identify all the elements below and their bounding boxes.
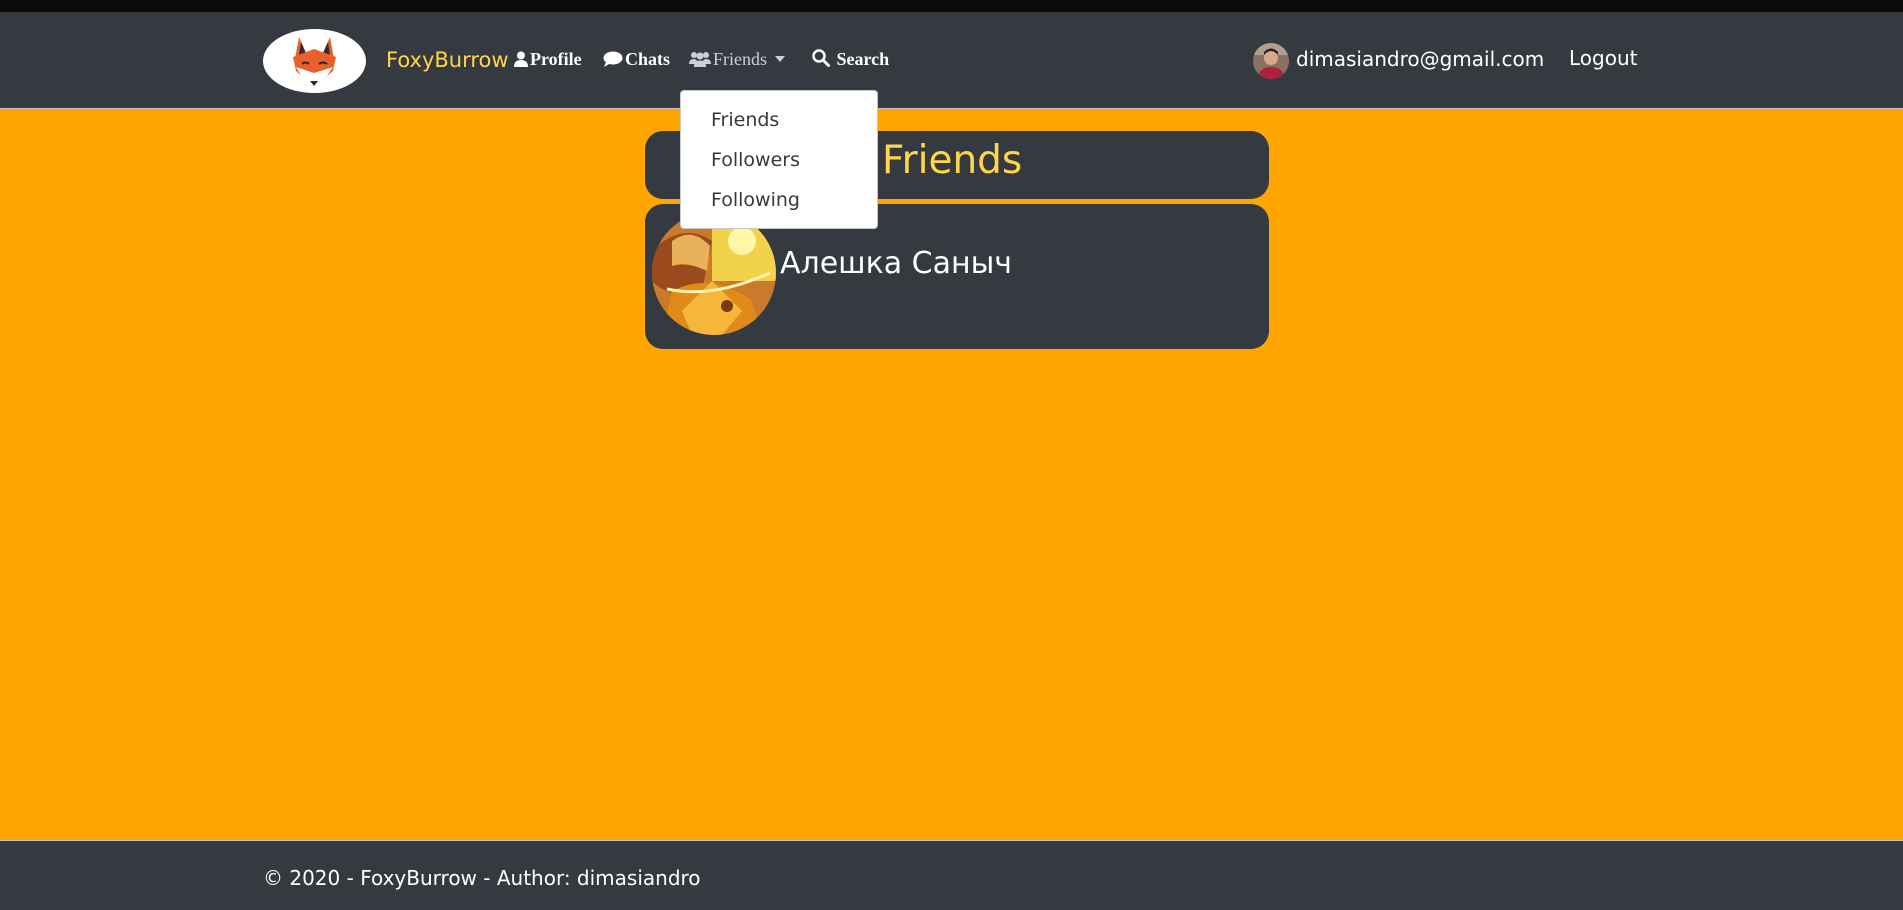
page-title: Friends (882, 138, 1023, 183)
search-icon (812, 49, 830, 67)
friends-dropdown-menu: Friends Followers Following (680, 90, 878, 229)
dropdown-item-followers[interactable]: Followers (711, 149, 800, 171)
footer: © 2020 - FoxyBurrow - Author: dimasiandr… (0, 840, 1903, 910)
fox-logo-icon[interactable] (263, 29, 366, 93)
nav-profile-label: Profile (530, 49, 582, 69)
chat-bubble-icon (603, 51, 623, 67)
nav-friends-dropdown-toggle[interactable]: Friends (689, 49, 785, 70)
footer-copyright: © 2020 - FoxyBurrow - Author: dimasiandr… (263, 866, 701, 890)
nav-search-label: Search (836, 49, 890, 69)
friend-avatar[interactable] (652, 211, 776, 335)
user-email-link[interactable]: dimasiandro@gmail.com (1296, 47, 1544, 71)
nav-profile-link[interactable]: Profile (514, 49, 582, 70)
dropdown-item-friends[interactable]: Friends (711, 109, 779, 131)
user-icon (514, 51, 528, 67)
user-avatar[interactable] (1253, 43, 1289, 79)
nav-search-link[interactable]: Search (812, 49, 889, 70)
users-icon (689, 52, 711, 67)
logout-link[interactable]: Logout (1569, 46, 1637, 70)
navbar: FoxyBurrow Profile Chats Friends Search (0, 12, 1903, 109)
nav-friends-label: Friends (713, 49, 767, 69)
friend-name[interactable]: Алешка Саныч (780, 246, 1012, 281)
nav-chats-link[interactable]: Chats (603, 49, 670, 70)
brand-name[interactable]: FoxyBurrow (386, 48, 509, 72)
caret-down-icon (775, 56, 785, 62)
browser-top-strip (0, 0, 1903, 12)
nav-chats-label: Chats (625, 49, 671, 69)
dropdown-item-following[interactable]: Following (711, 189, 800, 211)
